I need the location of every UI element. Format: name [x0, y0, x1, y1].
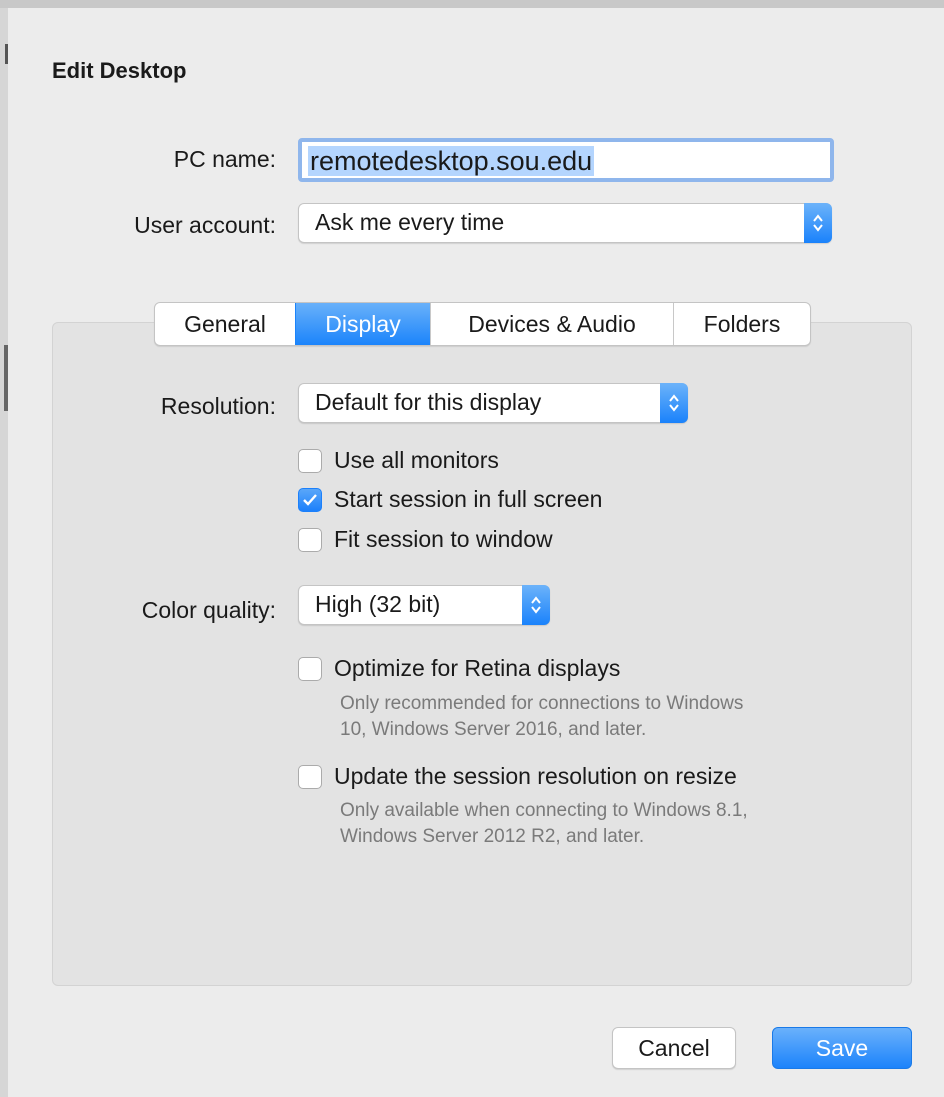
- full-screen-checkbox[interactable]: [298, 487, 322, 512]
- use-all-monitors-checkbox[interactable]: [298, 448, 322, 473]
- retina-label: Optimize for Retina displays: [334, 655, 621, 681]
- resize-note-line: Only available when connecting to Window…: [340, 800, 748, 821]
- retina-note-line: 10, Windows Server 2016, and later.: [340, 719, 647, 740]
- background-window-fragment: [5, 44, 8, 64]
- popup-arrows-icon: [804, 203, 832, 243]
- pc-name-value: remotedesktop.sou.edu: [308, 146, 595, 176]
- window-top-edge: [0, 0, 944, 8]
- use-all-monitors-option[interactable]: Use all monitors: [298, 447, 499, 474]
- tab-display[interactable]: Display: [295, 303, 430, 345]
- resolution-popup[interactable]: Default for this display: [298, 383, 688, 423]
- cancel-button[interactable]: Cancel: [612, 1027, 736, 1069]
- color-quality-value: High (32 bit): [315, 591, 441, 617]
- tab-general[interactable]: General: [155, 303, 295, 345]
- background-window-fragment: [4, 345, 8, 411]
- window-left-edge: [0, 8, 8, 1097]
- dialog-title: Edit Desktop: [52, 58, 187, 83]
- use-all-monitors-label: Use all monitors: [334, 447, 499, 473]
- pc-name-field[interactable]: remotedesktop.sou.edu: [298, 138, 834, 182]
- tab-bar: General Display Devices & Audio Folders: [154, 302, 811, 346]
- resize-note: Only available when connecting to Window…: [340, 798, 860, 850]
- resolution-value: Default for this display: [315, 389, 542, 415]
- checkmark-icon: [303, 493, 317, 506]
- fit-session-label: Fit session to window: [334, 526, 553, 552]
- retina-checkbox[interactable]: [298, 656, 322, 681]
- retina-note: Only recommended for connections to Wind…: [340, 691, 860, 743]
- save-button[interactable]: Save: [772, 1027, 912, 1069]
- resize-checkbox[interactable]: [298, 764, 322, 789]
- user-account-popup[interactable]: Ask me every time: [298, 203, 832, 243]
- color-quality-popup[interactable]: High (32 bit): [298, 585, 550, 625]
- fit-session-option[interactable]: Fit session to window: [298, 526, 553, 553]
- popup-arrows-icon: [522, 585, 550, 625]
- retina-note-line: Only recommended for connections to Wind…: [340, 693, 744, 714]
- fit-session-checkbox[interactable]: [298, 527, 322, 552]
- user-account-value: Ask me every time: [315, 209, 505, 235]
- tab-devices-audio[interactable]: Devices & Audio: [430, 303, 673, 345]
- color-quality-label: Color quality:: [141, 597, 276, 623]
- pc-name-label: PC name:: [173, 146, 276, 172]
- tab-folders[interactable]: Folders: [673, 303, 810, 345]
- resize-note-line: Windows Server 2012 R2, and later.: [340, 826, 645, 847]
- resize-label: Update the session resolution on resize: [334, 763, 737, 789]
- full-screen-option[interactable]: Start session in full screen: [298, 486, 602, 513]
- user-account-label: User account:: [134, 212, 276, 238]
- popup-arrows-icon: [660, 383, 688, 423]
- resolution-label: Resolution:: [160, 393, 276, 419]
- full-screen-label: Start session in full screen: [334, 486, 603, 512]
- resize-option[interactable]: Update the session resolution on resize: [298, 763, 737, 790]
- retina-option[interactable]: Optimize for Retina displays: [298, 655, 620, 682]
